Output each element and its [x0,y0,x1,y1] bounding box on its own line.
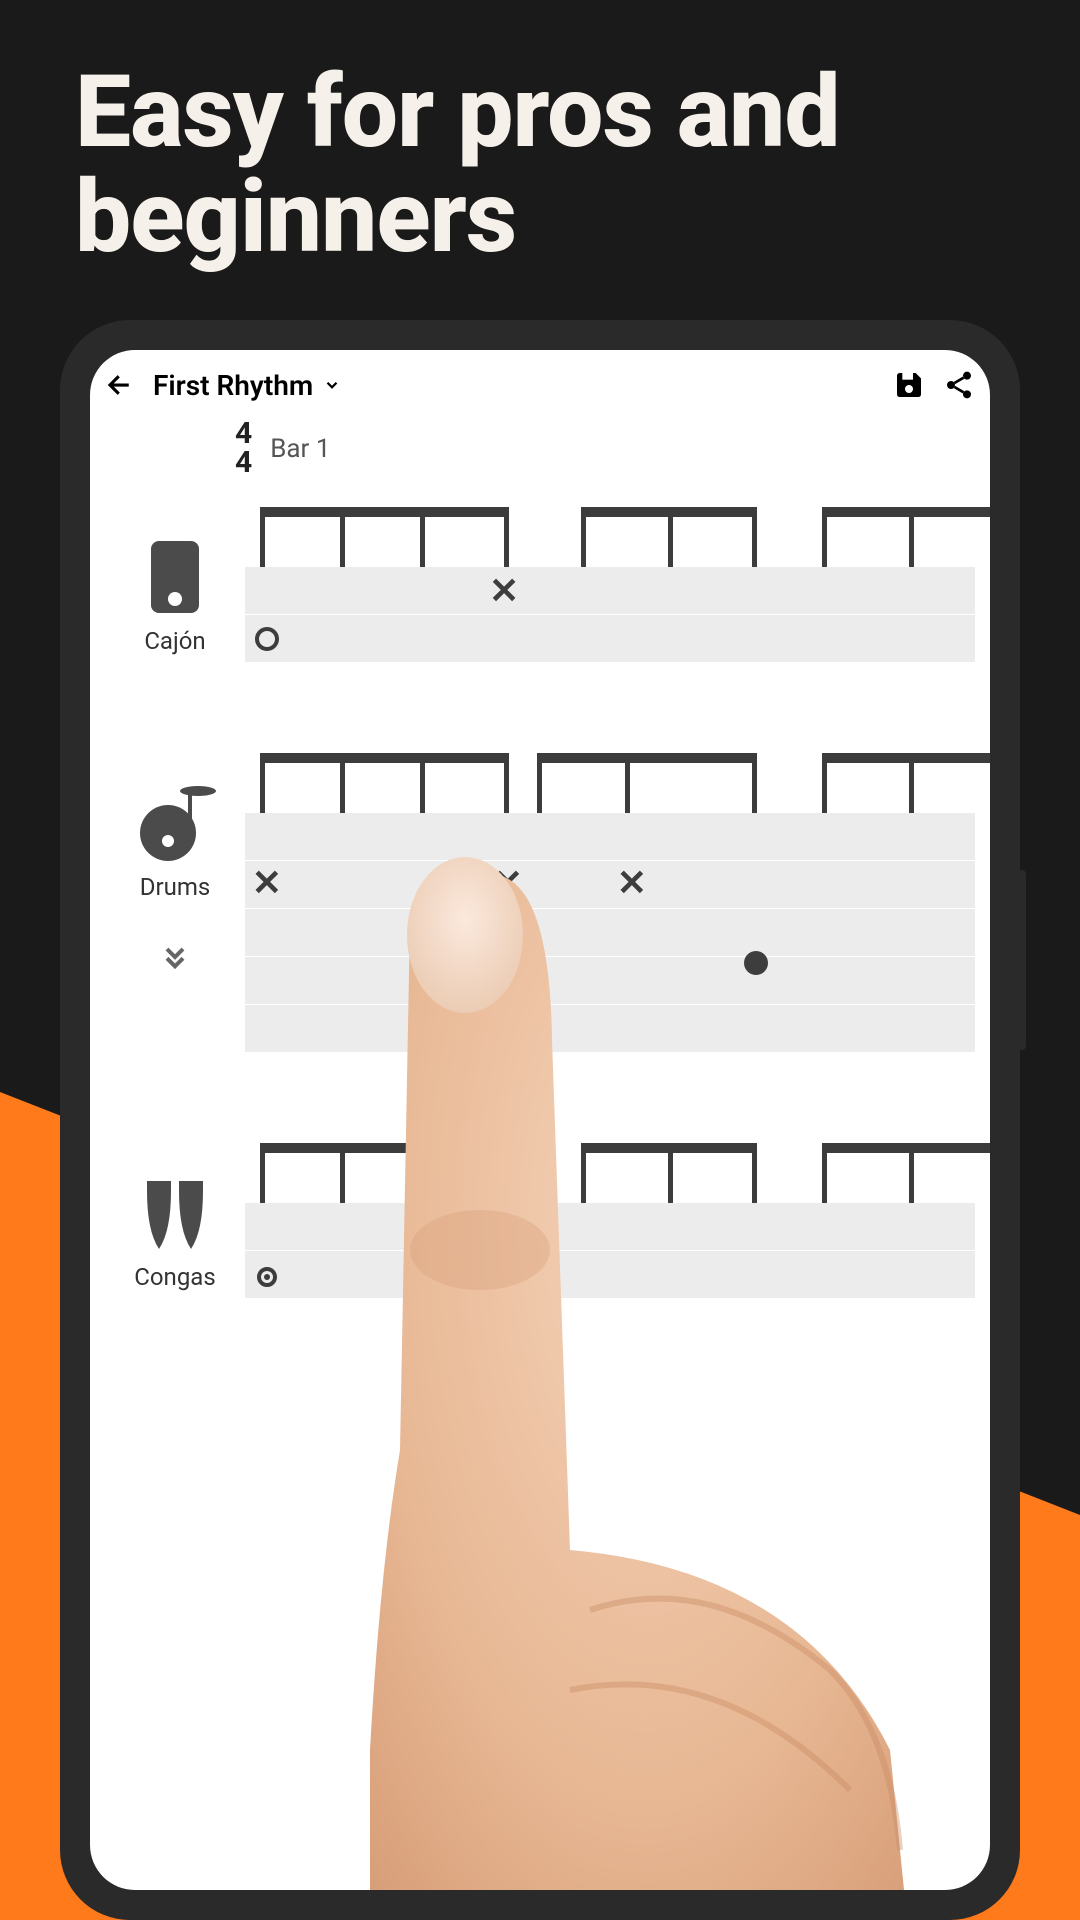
app-bar: First Rhythm [90,350,990,420]
editor-content: 4 4 Bar 1 Cajón [90,420,990,1299]
save-icon[interactable] [893,369,925,401]
bar-meta: 4 4 Bar 1 [235,420,975,477]
staff-lane[interactable] [245,1251,975,1299]
staff-lane[interactable] [245,909,975,957]
note-x[interactable]: ✕ [489,570,519,612]
note-dot[interactable] [744,951,768,975]
note-open[interactable] [255,627,279,651]
bar-label: Bar 1 [270,434,330,464]
track-congas: Congas [105,1143,975,1299]
share-icon[interactable] [943,369,975,401]
track-label: Congas [134,1263,215,1291]
staff-lane[interactable] [245,567,975,615]
note-x[interactable]: ✕ [252,862,282,904]
chevron-down-icon [323,376,341,394]
staff-lane[interactable] [245,615,975,663]
staff-lane[interactable] [245,1005,975,1053]
staff-lane[interactable] [245,861,975,909]
project-title-label: First Rhythm [153,369,313,402]
project-title-dropdown[interactable]: First Rhythm [153,369,341,402]
note-x[interactable]: ✕ [617,862,647,904]
track-label: Cajón [144,627,205,655]
expand-icon[interactable] [159,941,191,973]
track-drums: Drums [105,753,975,1053]
cajon-icon[interactable] [145,537,205,617]
cajon-staff[interactable]: ✕ [245,507,975,663]
congas-staff[interactable] [245,1143,975,1299]
back-icon[interactable] [105,370,135,400]
staff-lane[interactable] [245,813,975,861]
track-label: Drums [140,873,211,901]
staff-lane[interactable] [245,1203,975,1251]
marketing-headline: Easy for pros and beginners [75,60,1005,270]
phone-mockup: First Rhythm 4 4 Bar 1 [60,320,1020,1920]
note-target[interactable] [257,1267,277,1287]
drums-icon[interactable] [130,783,220,863]
time-signature[interactable]: 4 4 [235,420,252,477]
drums-staff[interactable]: ✕ ✕ ✕ [245,753,975,1053]
app-screen: First Rhythm 4 4 Bar 1 [90,350,990,1890]
track-cajon: Cajón [105,507,975,663]
congas-icon[interactable] [135,1173,215,1253]
staff-lane[interactable] [245,957,975,1005]
timesig-bottom: 4 [235,449,252,478]
phone-power-button [1018,870,1026,1050]
note-x[interactable]: ✕ [493,862,523,904]
